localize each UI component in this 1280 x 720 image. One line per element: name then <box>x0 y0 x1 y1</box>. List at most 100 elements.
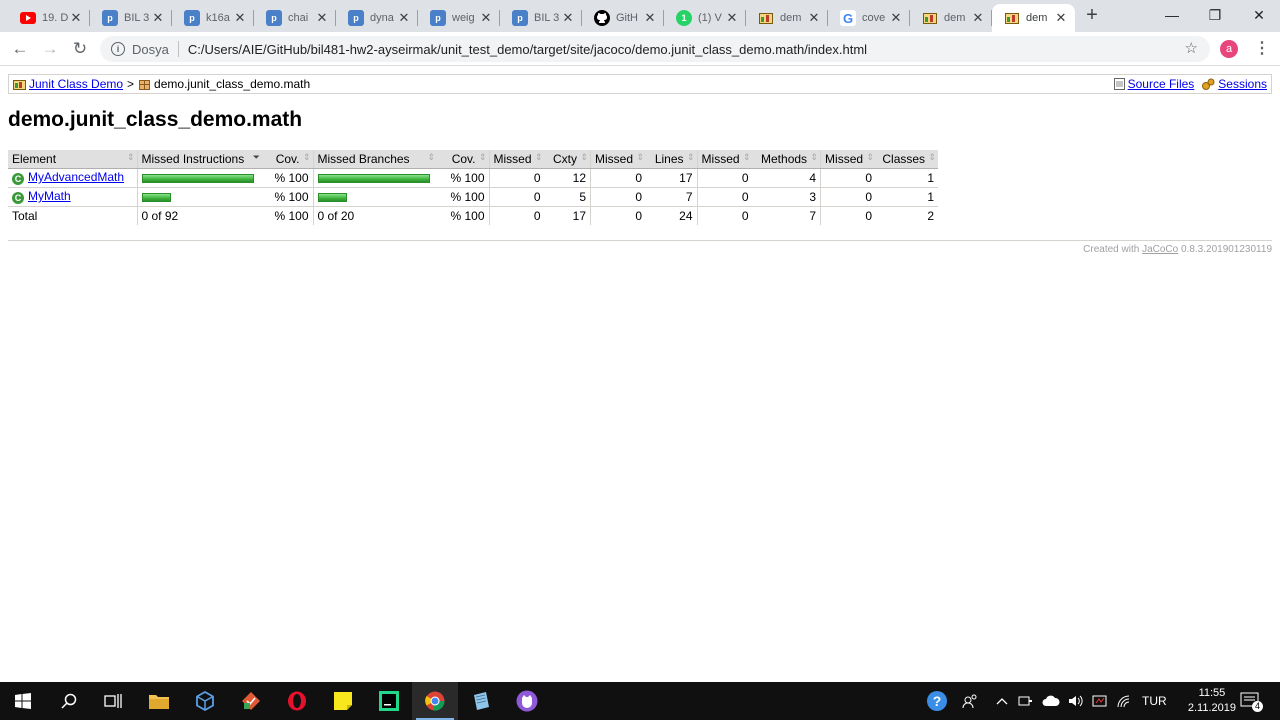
browser-tab[interactable]: dem ✕ <box>746 4 828 32</box>
close-tab-icon[interactable]: ✕ <box>1053 10 1069 26</box>
close-tab-icon[interactable]: ✕ <box>68 10 84 26</box>
clock[interactable]: 11:55 2.11.2019 <box>1188 686 1236 716</box>
browser-tab[interactable]: p weig ✕ <box>418 4 500 32</box>
taskbar-opera[interactable] <box>274 682 320 720</box>
network-icon[interactable] <box>1018 694 1034 708</box>
maximize-button[interactable]: ❐ <box>1192 0 1238 30</box>
table-total-row: Total 0 of 92 % 100 0 of 20 % 100 0 17 0… <box>8 206 938 225</box>
total-branch: 0 of 20 <box>312 206 437 225</box>
close-window-button[interactable]: ✕ <box>1236 0 1280 30</box>
forward-button[interactable]: → <box>39 38 61 60</box>
browser-tab[interactable]: p BIL 3 ✕ <box>500 4 582 32</box>
col-missed-lines[interactable]: Missed <box>590 150 647 169</box>
browser-toolbar: ← → ↻ i Dosya C:/Users/AIE/GitHub/bil481… <box>0 32 1280 66</box>
taskbar-virtualbox[interactable] <box>182 682 228 720</box>
close-tab-icon[interactable]: ✕ <box>232 10 248 26</box>
task-view-button[interactable] <box>90 682 136 720</box>
close-tab-icon[interactable]: ✕ <box>806 10 822 26</box>
class-link[interactable]: MyAdvancedMath <box>28 170 124 184</box>
taskbar-sticky-notes[interactable] <box>320 682 366 720</box>
taskbar-app-cat[interactable] <box>504 682 550 720</box>
chevron-up-icon[interactable] <box>996 696 1008 706</box>
github-icon <box>594 10 610 26</box>
search-button[interactable] <box>46 682 92 720</box>
close-tab-icon[interactable]: ✕ <box>150 10 166 26</box>
close-tab-icon[interactable]: ✕ <box>560 10 576 26</box>
volume-icon[interactable] <box>1068 694 1084 708</box>
info-icon[interactable]: i <box>111 42 125 56</box>
new-tab-button[interactable]: + <box>1082 5 1102 27</box>
col-missed-methods[interactable]: Missed <box>696 150 753 169</box>
browser-tab[interactable]: p BIL 3 ✕ <box>90 4 172 32</box>
col-missed-cxty[interactable]: Missed <box>488 150 545 169</box>
jacoco-link[interactable]: JaCoCo <box>1142 244 1178 255</box>
cat-app-icon <box>516 690 538 712</box>
back-button[interactable]: ← <box>9 38 31 60</box>
coverage-table: Element Missed Instructions Cov. Missed … <box>8 150 939 225</box>
col-methods[interactable]: Methods <box>752 150 821 169</box>
help-icon[interactable]: ? <box>926 690 948 712</box>
element-cell: C MyMath <box>8 187 137 207</box>
start-button[interactable] <box>0 682 46 720</box>
class-link[interactable]: MyMath <box>28 189 71 203</box>
tab-title: dem <box>1026 12 1048 24</box>
tab-title: weig <box>452 12 475 24</box>
reload-button[interactable]: ↻ <box>69 38 91 60</box>
onedrive-icon[interactable] <box>1042 695 1060 707</box>
total-branch-cov: % 100 <box>450 208 485 223</box>
browser-menu-icon[interactable]: ⋮ <box>1254 38 1270 60</box>
address-bar[interactable]: i Dosya C:/Users/AIE/GitHub/bil481-hw2-a… <box>100 36 1210 62</box>
col-missed-instructions[interactable]: Missed Instructions <box>136 150 262 169</box>
browser-tab[interactable]: Gcove ✕ <box>828 4 910 32</box>
table-row: C MyMath% 100% 100 0 5 0 7 0 3 0 1 <box>8 187 939 207</box>
tab-title: chai <box>288 12 309 24</box>
col-instr-cov[interactable]: Cov. <box>262 150 313 169</box>
col-missed-branches[interactable]: Missed Branches <box>312 150 437 169</box>
close-tab-icon[interactable]: ✕ <box>478 10 494 26</box>
close-tab-icon[interactable]: ✕ <box>314 10 330 26</box>
close-tab-icon[interactable]: ✕ <box>888 10 904 26</box>
browser-tab[interactable]: dem ✕ <box>992 4 1075 32</box>
col-missed-classes[interactable]: Missed <box>820 150 877 169</box>
notification-center[interactable]: 4 <box>1240 682 1263 720</box>
battery-icon[interactable] <box>1092 694 1108 708</box>
profile-avatar[interactable]: a <box>1220 40 1238 58</box>
col-lines[interactable]: Lines <box>646 150 698 169</box>
browser-tab[interactable]: 1 (1) V ✕ <box>664 4 746 32</box>
taskbar-webstorm[interactable] <box>366 682 412 720</box>
close-tab-icon[interactable]: ✕ <box>724 10 740 26</box>
url-text[interactable]: C:/Users/AIE/GitHub/bil481-hw2-ayseirmak… <box>188 42 867 57</box>
google-icon: G <box>840 10 856 26</box>
browser-tab[interactable]: p chai ✕ <box>254 4 336 32</box>
breadcrumb-separator: > <box>127 77 135 91</box>
col-cxty[interactable]: Cxty <box>544 150 591 169</box>
report-icon <box>13 79 26 90</box>
taskbar-explorer[interactable] <box>136 682 182 720</box>
close-tab-icon[interactable]: ✕ <box>396 10 412 26</box>
browser-tab[interactable]: GitH ✕ <box>582 4 664 32</box>
people-icon[interactable] <box>962 693 978 709</box>
language-indicator[interactable]: TUR <box>1142 694 1167 708</box>
coverage-bar <box>317 192 347 202</box>
chrome-icon <box>425 691 445 711</box>
total-classes: 2 <box>927 208 935 223</box>
browser-tab[interactable]: p dyna ✕ <box>336 4 418 32</box>
browser-tab[interactable]: p k16a ✕ <box>172 4 254 32</box>
wifi-icon[interactable] <box>1116 694 1132 708</box>
browser-tab[interactable]: dem ✕ <box>910 4 992 32</box>
bookmark-star-icon[interactable]: ☆ <box>1185 39 1198 57</box>
close-tab-icon[interactable]: ✕ <box>642 10 658 26</box>
taskbar-notepad[interactable] <box>458 682 504 720</box>
browser-tab[interactable]: 19. D ✕ <box>8 4 90 32</box>
minimize-button[interactable]: — <box>1149 0 1195 30</box>
close-tab-icon[interactable]: ✕ <box>970 10 986 26</box>
col-element[interactable]: Element <box>8 150 137 169</box>
sessions-link[interactable]: Sessions <box>1218 77 1267 91</box>
source-files-link[interactable]: Source Files <box>1128 77 1195 91</box>
taskbar-chrome[interactable] <box>412 682 458 720</box>
notepad-icon <box>474 692 489 710</box>
taskbar-git[interactable] <box>228 682 274 720</box>
col-classes[interactable]: Classes <box>876 150 939 169</box>
breadcrumb-root-link[interactable]: Junit Class Demo <box>29 77 123 91</box>
col-branch-cov[interactable]: Cov. <box>437 150 489 169</box>
